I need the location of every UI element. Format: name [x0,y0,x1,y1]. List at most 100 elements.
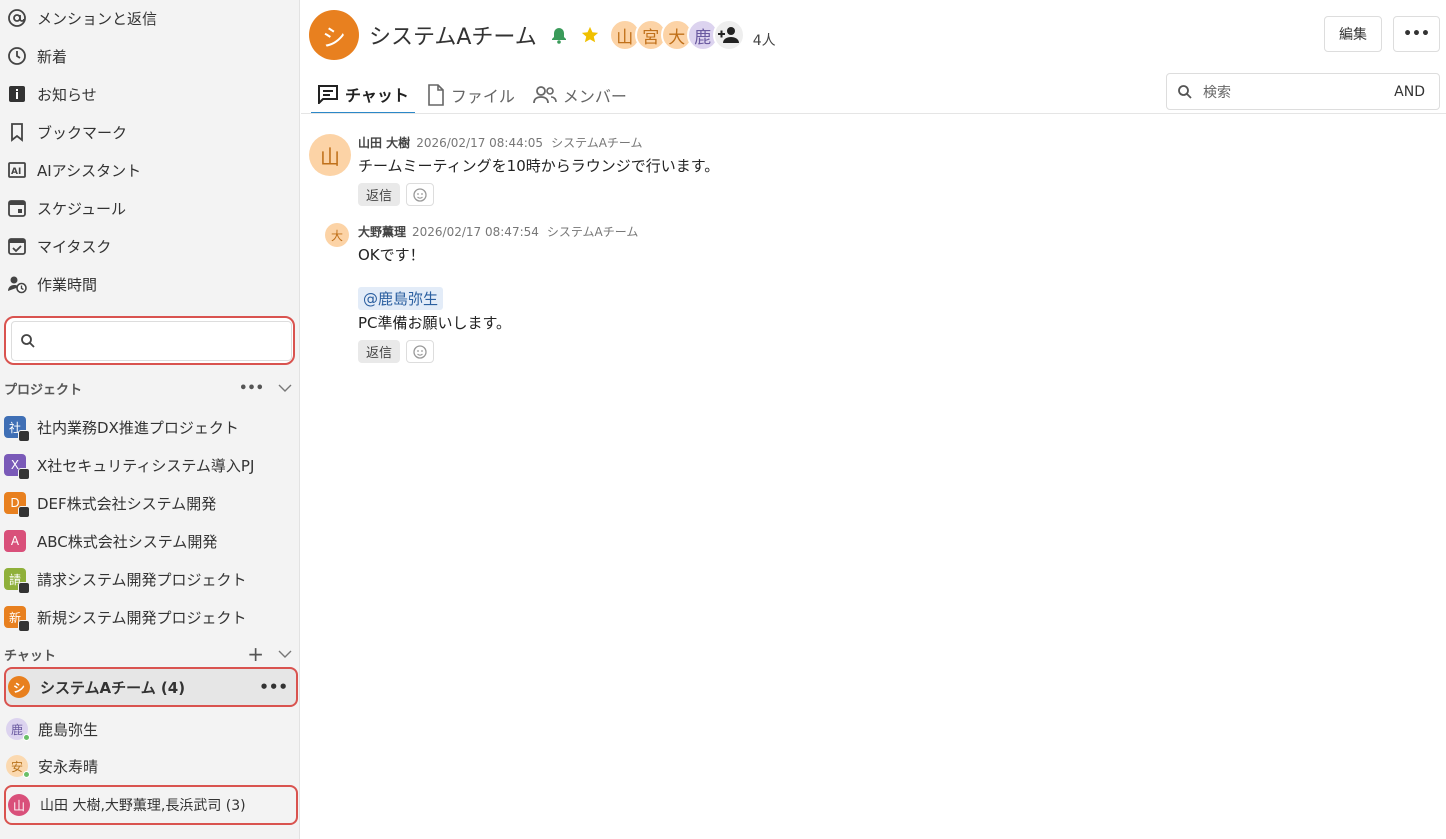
project-label: ABC株式会社システム開発 [37,532,218,551]
avatar[interactable]: 大 [325,223,349,247]
sidebar: メンションと返信 新着 お知らせ ブックマーク AI AIアシスタント スケジュ… [0,0,300,839]
message-search-field[interactable]: 検索 AND [1166,73,1440,110]
more-icon[interactable]: ••• [239,381,264,396]
sidebar-search-input[interactable] [42,332,291,349]
message-author[interactable]: 大野薫理 [358,225,406,239]
chat-avatar: シ [8,676,30,698]
nav-ai-assistant[interactable]: AI AIアシスタント [6,155,141,185]
nav-label: メンションと返信 [37,9,158,28]
nav-label: 作業時間 [37,275,98,294]
project-item[interactable]: 社 社内業務DX推進プロジェクト [4,412,239,442]
project-label: 新規システム開発プロジェクト [37,608,247,627]
search-icon [21,333,35,348]
tab-chat[interactable]: チャット [311,76,415,114]
message-time: 2026/02/17 08:44:05 [416,136,544,150]
nav-schedule[interactable]: スケジュール [6,193,126,223]
chat-icon [318,85,338,104]
nav-label: スケジュール [37,199,126,218]
chevron-down-icon[interactable] [278,649,292,659]
project-avatar: 新 [4,606,30,632]
message-text: OKです！ [358,246,425,264]
main-panel: シ システムAチーム 山 宮 大 鹿 4人 編集 ••• チャット ファイル メ… [301,0,1446,839]
nav-work-time[interactable]: 作業時間 [6,269,97,299]
reply-button[interactable]: 返信 [358,183,401,206]
tab-members[interactable]: メンバー [527,76,633,114]
project-item[interactable]: D DEF株式会社システム開発 [4,488,216,518]
nav-new[interactable]: 新着 [6,41,67,71]
nav-bookmark[interactable]: ブックマーク [6,117,127,147]
clock-icon [6,45,28,67]
tab-divider [301,113,1446,114]
chat-item-system-a-team[interactable]: シ システムAチーム (4) ••• [4,667,298,707]
add-reaction-icon[interactable] [406,183,435,206]
online-status-dot [23,734,30,741]
edit-button[interactable]: 編集 [1324,16,1382,52]
sidebar-search-field[interactable] [11,320,292,361]
bell-icon[interactable] [551,26,567,44]
room-header: シ システムAチーム 山 宮 大 鹿 4人 [309,10,776,60]
project-avatar: A [4,530,26,552]
message-author[interactable]: 山田 大樹 [358,136,410,150]
star-icon[interactable] [581,26,599,44]
project-item[interactable]: A ABC株式会社システム開発 [4,526,217,556]
message-text: PC準備お願いします。 [358,314,512,332]
nav-my-task[interactable]: マイタスク [6,231,111,261]
search-icon [1178,84,1192,99]
project-item[interactable]: X X社セキュリティシステム導入PJ [4,450,254,480]
lock-icon [18,468,30,480]
mention-tag[interactable]: @鹿島弥生 [358,287,444,310]
chat-avatar: 鹿 [6,718,30,741]
chat-avatar: 山 [8,794,30,816]
nav-label: ブックマーク [37,123,128,142]
message-actions: 返信 [358,340,1058,363]
svg-text:AI: AI [11,167,21,177]
chat-item-yasunaga[interactable]: 安 安永寿晴 [4,746,298,786]
lock-icon [18,506,30,518]
project-avatar: 請 [4,568,30,594]
and-toggle[interactable]: AND [1394,84,1425,100]
project-label: 請求システム開発プロジェクト [37,570,247,589]
file-icon [428,84,444,106]
project-label: X社セキュリティシステム導入PJ [37,456,255,475]
message-search-placeholder: 検索 [1203,84,1231,101]
add-icon[interactable]: + [247,642,264,666]
lock-icon [18,582,30,594]
chat-item-kashima[interactable]: 鹿 鹿島弥生 [4,709,298,749]
avatar[interactable]: 山 [309,134,351,176]
message-time: 2026/02/17 08:47:54 [412,225,539,239]
add-member-icon[interactable] [712,19,745,51]
tab-file[interactable]: ファイル [421,76,521,114]
chat-label: 安永寿晴 [38,757,99,776]
project-label: DEF株式会社システム開発 [37,494,217,513]
message-meta: 大野薫理 2026/02/17 08:47:54 システムAチーム [358,223,1058,240]
message-meta: 山田 大樹 2026/02/17 08:44:05 システムAチーム [358,134,1058,151]
project-avatar: D [4,492,30,518]
chat-avatar: 安 [6,755,30,778]
work-time-icon [6,273,28,295]
more-icon[interactable]: ••• [259,678,288,696]
lock-icon [18,620,30,632]
member-count: 4人 [752,33,776,49]
chevron-down-icon[interactable] [278,383,292,393]
chat-label: システムAチーム (4) [40,678,186,697]
project-item[interactable]: 請 請求システム開発プロジェクト [4,564,247,594]
add-reaction-icon[interactable] [406,340,435,363]
message-actions: 返信 [358,183,1058,206]
project-item[interactable]: 新 新規システム開発プロジェクト [4,602,247,632]
nav-mentions[interactable]: メンションと返信 [6,3,157,33]
more-button[interactable]: ••• [1393,16,1440,52]
nav-label: AIアシスタント [37,161,142,180]
reply-button[interactable]: 返信 [358,340,401,363]
bookmark-icon [6,121,28,143]
projects-section-header: プロジェクト ••• [4,376,292,400]
sidebar-search-highlight [4,316,295,365]
message-room: システムAチーム [551,136,643,150]
task-icon [6,235,28,257]
message-room: システムAチーム [546,225,639,239]
at-icon [6,7,28,29]
chat-item-group[interactable]: 山 山田 大樹,大野薫理,長浜武司 (3) [4,785,298,825]
nav-notice[interactable]: お知らせ [6,79,97,109]
room-title: システムAチーム [369,25,537,50]
online-status-dot [23,771,30,778]
chat-section-header: チャット + [4,642,292,666]
